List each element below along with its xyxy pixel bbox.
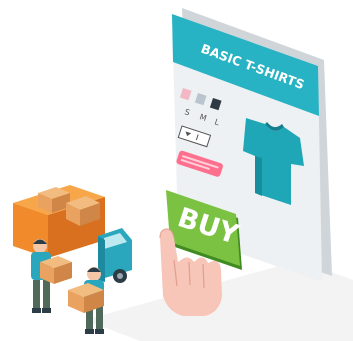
delivery-truck — [13, 185, 132, 283]
ecommerce-illustration: BASIC T-SHIRTS S M L BUY — [0, 0, 353, 341]
delivery-worker-right — [68, 267, 104, 334]
